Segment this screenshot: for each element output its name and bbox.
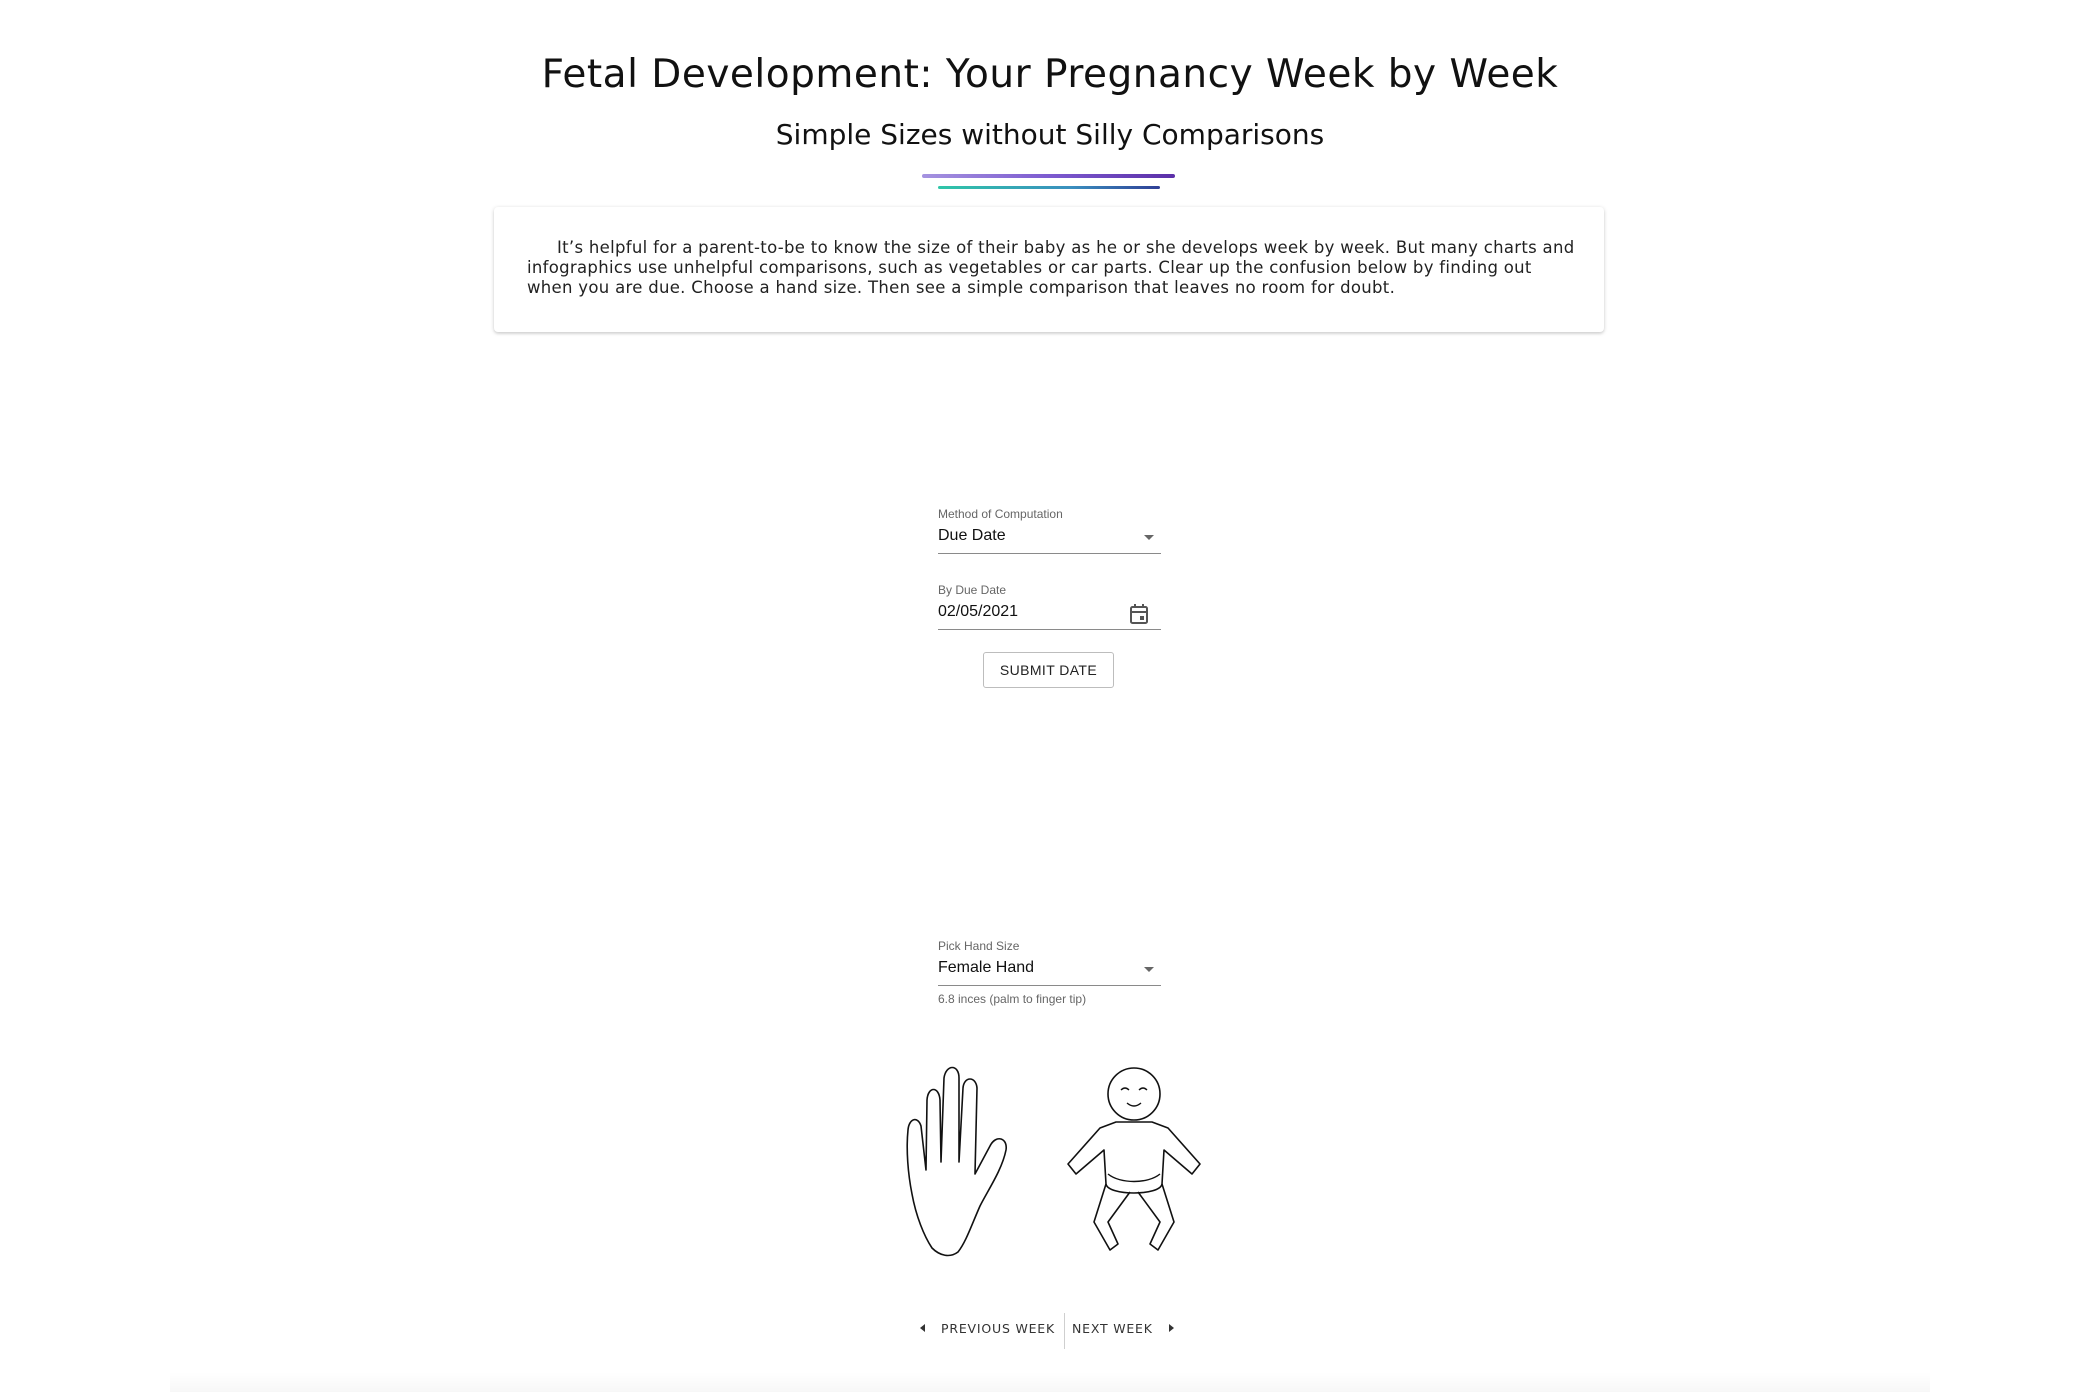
baby-outline-icon	[1067, 1067, 1201, 1251]
intro-card: It’s helpful for a parent-to-be to know …	[494, 207, 1604, 332]
previous-week-button[interactable]: PREVIOUS WEEK	[920, 1321, 1055, 1336]
hand-size-select[interactable]: Pick Hand Size Female Hand 6.8 inces (pa…	[938, 939, 1161, 1006]
hand-size-control[interactable]: Female Hand	[938, 957, 1161, 986]
hand-size-value: Female Hand	[938, 959, 1035, 976]
method-select-control[interactable]: Due Date	[938, 525, 1161, 554]
calendar-icon[interactable]	[1129, 603, 1149, 625]
next-week-label: NEXT WEEK	[1072, 1321, 1153, 1336]
chevron-left-icon	[920, 1324, 925, 1332]
hand-size-label: Pick Hand Size	[938, 939, 1020, 953]
submit-date-button[interactable]: SUBMIT DATE	[983, 652, 1114, 688]
footer-shadow	[170, 1372, 1930, 1392]
method-select[interactable]: Method of Computation Due Date	[938, 507, 1161, 554]
due-date-field[interactable]: By Due Date 02/05/2021	[938, 583, 1161, 630]
due-date-value: 02/05/2021	[938, 603, 1019, 620]
week-navigation: PREVIOUS WEEK NEXT WEEK	[920, 1313, 1180, 1353]
previous-week-label: PREVIOUS WEEK	[941, 1321, 1056, 1336]
due-date-input[interactable]: 02/05/2021	[938, 601, 1161, 630]
method-select-label: Method of Computation	[938, 507, 1063, 521]
hand-outline-icon	[906, 1066, 1007, 1257]
method-select-value: Due Date	[938, 527, 1006, 544]
chevron-right-icon	[1168, 1324, 1174, 1332]
decorative-rule-teal	[938, 186, 1160, 189]
nav-divider	[1064, 1313, 1065, 1349]
page-title: Fetal Development: Your Pregnancy Week b…	[541, 52, 1559, 97]
dropdown-caret-icon[interactable]	[1144, 535, 1154, 540]
page: Fetal Development: Your Pregnancy Week b…	[0, 0, 2100, 1392]
hand-size-helper: 6.8 inces (palm to finger tip)	[938, 992, 1087, 1006]
intro-text: It’s helpful for a parent-to-be to know …	[527, 238, 1575, 297]
dropdown-caret-icon[interactable]	[1144, 967, 1154, 972]
decorative-rule-purple	[922, 174, 1175, 178]
due-date-label: By Due Date	[938, 583, 1007, 597]
page-subtitle: Simple Sizes without Silly Comparisons	[775, 118, 1325, 151]
next-week-button[interactable]: NEXT WEEK	[1072, 1321, 1174, 1336]
